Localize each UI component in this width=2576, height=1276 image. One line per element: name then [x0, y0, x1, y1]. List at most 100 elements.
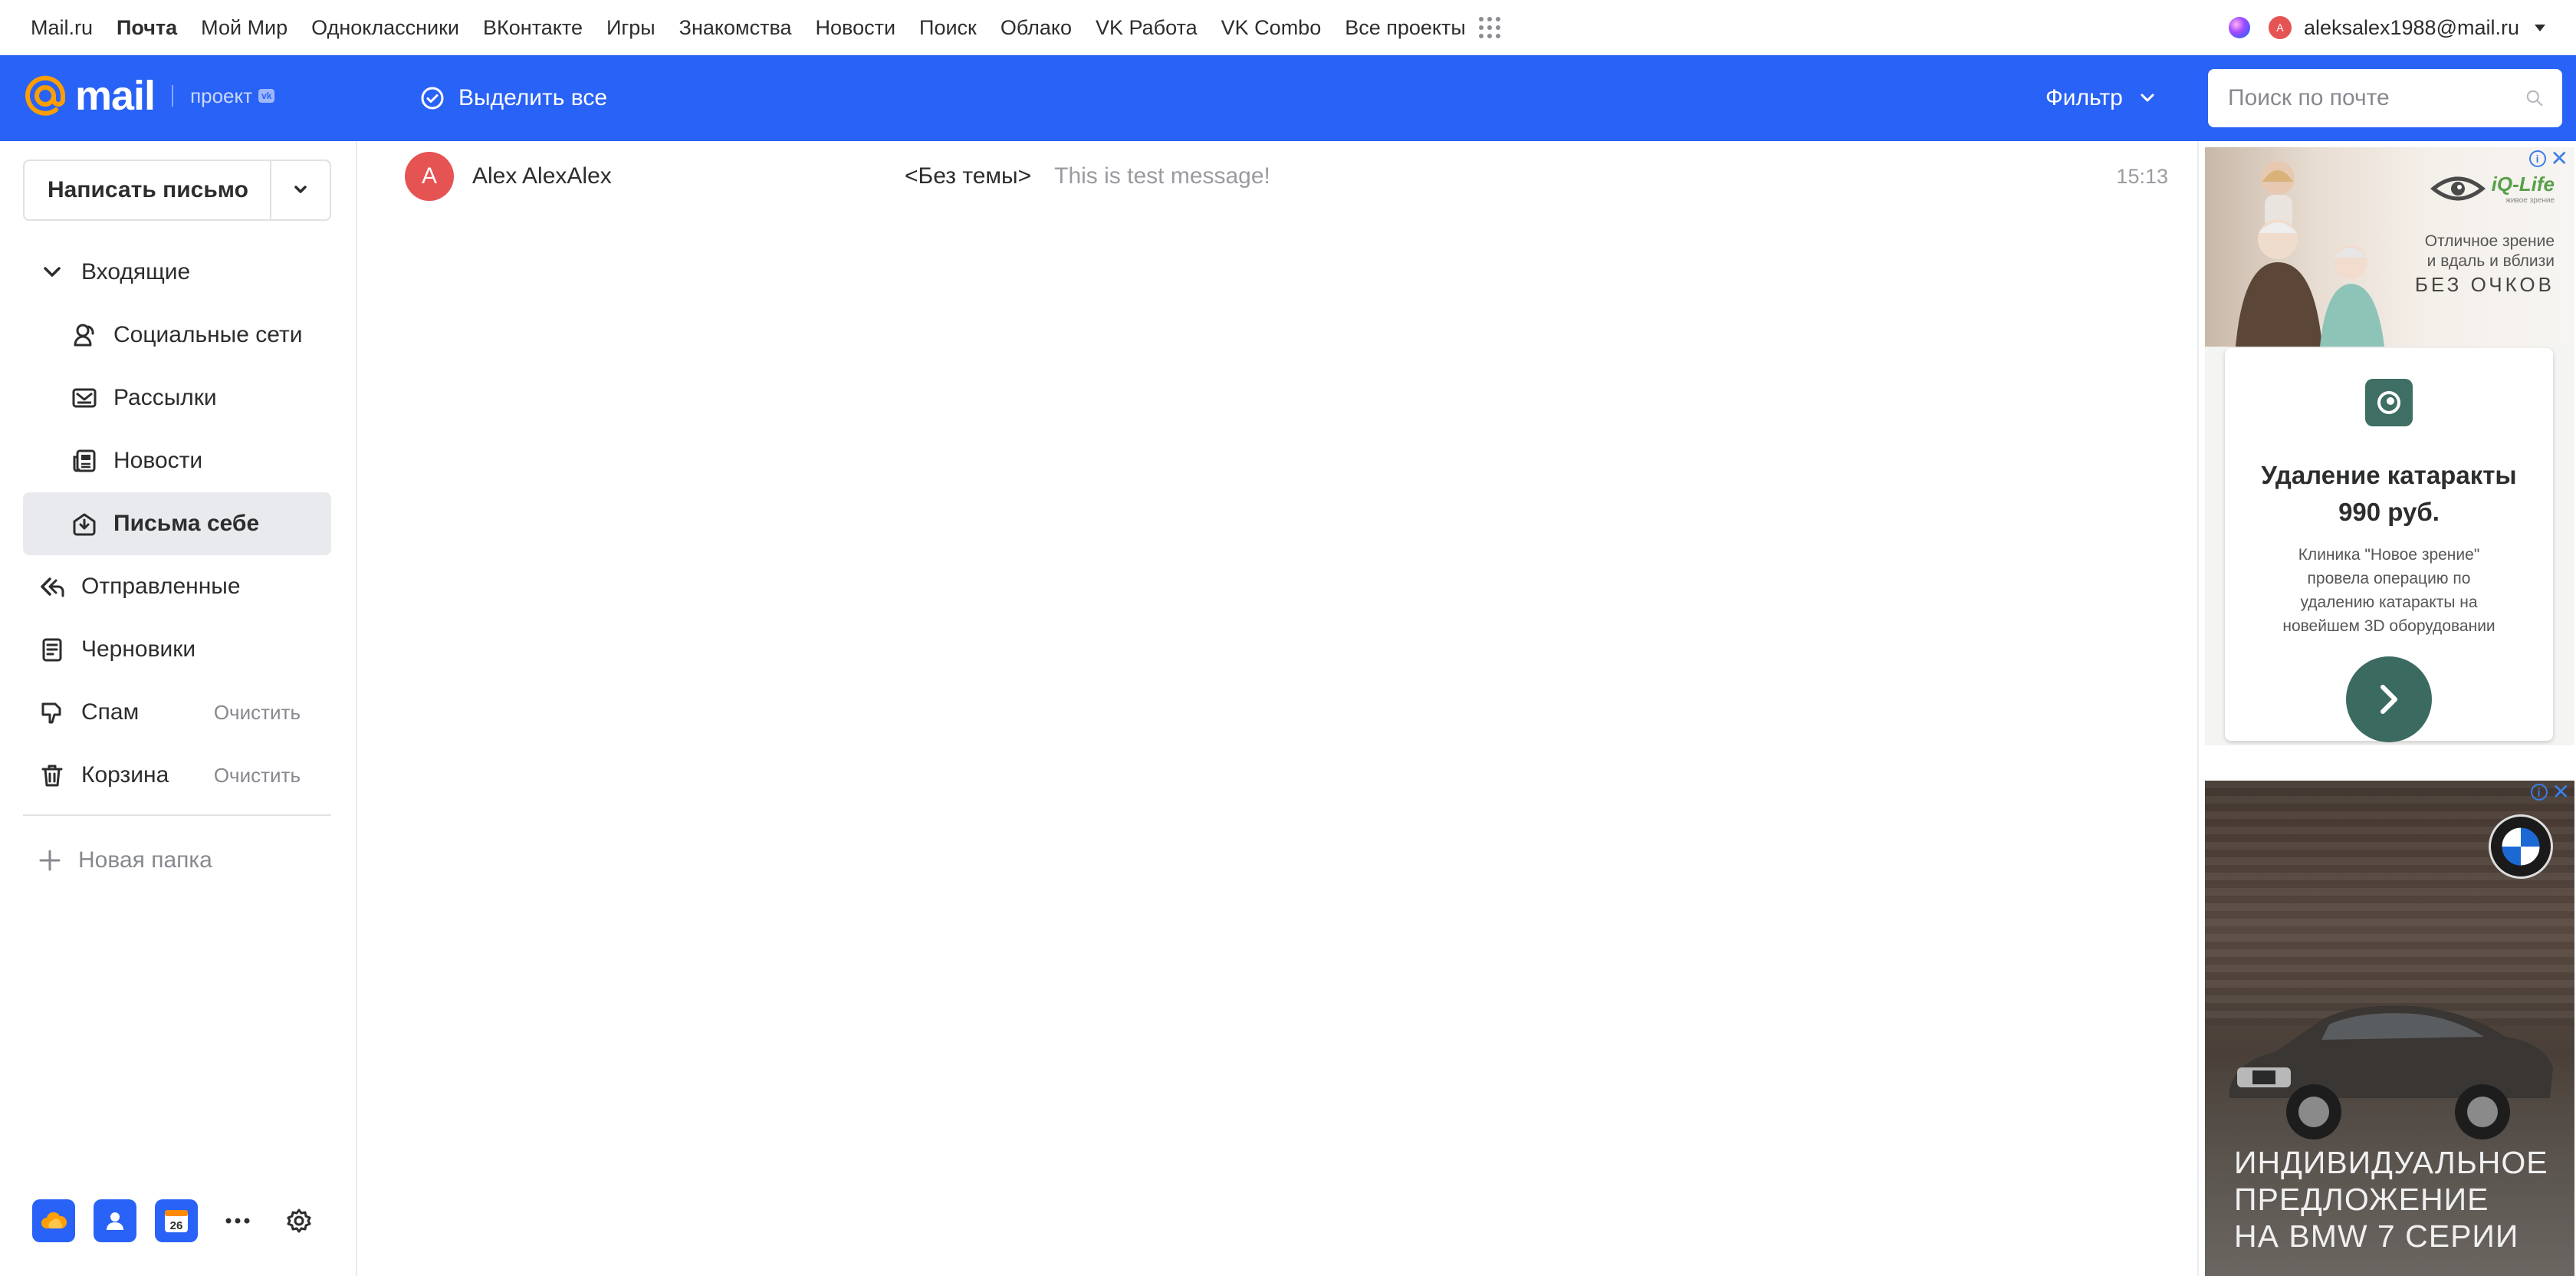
folder-label: Рассылки	[113, 385, 217, 410]
assistant-orb-icon[interactable]	[2228, 17, 2250, 38]
folder-newsletters[interactable]: Рассылки	[23, 367, 331, 429]
ad-tagline: Отличное зрение и вдаль и вблизи	[2424, 232, 2555, 270]
ad-brand-sub: живое зрение	[2505, 196, 2555, 205]
new-folder-label: Новая папка	[78, 847, 212, 873]
at-sign-icon	[25, 75, 66, 116]
select-all-button[interactable]: Выделить все	[420, 55, 607, 141]
plus-icon	[39, 850, 61, 871]
message-list: A Alex AlexAlex <Без темы> This is test …	[359, 141, 2196, 1276]
chevron-down-icon[interactable]	[38, 258, 66, 286]
filter-label: Фильтр	[2045, 85, 2123, 110]
ad-info-icon[interactable]: i	[2530, 784, 2548, 801]
folder-spam[interactable]: Спам Очистить	[23, 681, 331, 744]
sent-icon	[38, 573, 66, 600]
sender-avatar[interactable]: A	[405, 152, 454, 201]
message-snippet: This is test message!	[1054, 163, 1270, 189]
ad-close-icon[interactable]: ✕	[2551, 148, 2568, 169]
search-input[interactable]	[2226, 84, 2525, 112]
portal-link-vk-combo[interactable]: VK Combo	[1221, 16, 1322, 40]
bottom-toolbar: 26	[32, 1199, 320, 1242]
chevron-down-icon	[294, 186, 307, 193]
car-image	[2229, 1005, 2553, 1140]
folder-sent[interactable]: Отправленные	[23, 555, 331, 618]
logo-project: проект vk	[190, 84, 275, 108]
folder-to-self[interactable]: Письма себе	[23, 492, 331, 555]
clear-spam-button[interactable]: Очистить	[214, 701, 301, 725]
apps-grid-icon[interactable]	[1478, 17, 1500, 38]
gear-icon	[287, 1209, 311, 1233]
mail-logo[interactable]: mail проект vk	[23, 72, 275, 120]
more-dots-icon	[225, 1218, 250, 1224]
to-self-icon	[71, 510, 98, 538]
portal-link-vk[interactable]: ВКонтакте	[483, 16, 583, 40]
ad-bmw[interactable]: i ✕ ИНДИВИДУАЛЬНОЕ ПРЕДЛОЖЕНИЕ НА BMW 7	[2205, 781, 2574, 1276]
portal-link-mailru[interactable]: Mail.ru	[31, 16, 93, 40]
compose-button[interactable]: Написать письмо	[25, 161, 270, 219]
ad-info-close: i ✕	[2530, 781, 2570, 803]
portal-link-vk-work[interactable]: VK Работа	[1096, 16, 1198, 40]
chevron-down-icon	[2141, 94, 2154, 102]
contacts-app-button[interactable]	[94, 1199, 136, 1242]
folder-label: Отправленные	[81, 574, 241, 599]
ad-go-button[interactable]	[2346, 656, 2432, 742]
portal-link-search[interactable]: Поиск	[919, 16, 977, 40]
ad-headline-line-2: ПРЕДЛОЖЕНИЕ	[2234, 1182, 2489, 1217]
new-folder-button[interactable]: Новая папка	[38, 839, 212, 882]
cloud-app-button[interactable]	[32, 1199, 75, 1242]
folder-label: Входящие	[81, 259, 191, 284]
clinic-logo-icon	[2365, 379, 2413, 426]
calendar-icon: 26	[165, 1210, 188, 1232]
folder-news[interactable]: Новости	[23, 429, 331, 492]
portal-link-games[interactable]: Игры	[606, 16, 656, 40]
ad-brand-name: iQ-Life	[2491, 173, 2555, 196]
folder-inbox[interactable]: Входящие	[23, 241, 331, 304]
ad-info-icon[interactable]: i	[2528, 150, 2546, 167]
settings-button[interactable]	[278, 1199, 320, 1242]
folder-drafts[interactable]: Черновики	[23, 618, 331, 681]
folder-label: Новости	[113, 448, 203, 473]
folder-label: Спам	[81, 699, 140, 725]
folder-list: Входящие Социальные сети Рассылки Новост…	[23, 241, 331, 807]
portal-link-news[interactable]: Новости	[816, 16, 896, 40]
cloud-icon	[41, 1212, 67, 1228]
ad-column: i ✕ iQ-Life живое зрение Отличное зрение…	[2197, 141, 2576, 1276]
check-circle-icon	[421, 87, 444, 110]
portal-link-all-projects[interactable]: Все проекты	[1345, 16, 1466, 40]
folder-trash[interactable]: Корзина Очистить	[23, 744, 331, 807]
portal-link-dating[interactable]: Знакомства	[679, 16, 792, 40]
account-email: aleksalex1988@mail.ru	[2303, 15, 2519, 39]
clear-trash-button[interactable]: Очистить	[214, 764, 301, 788]
portal-link-mail[interactable]: Почта	[117, 16, 177, 40]
ad-tagline-2: БЕЗ ОЧКОВ	[2414, 273, 2555, 296]
trash-icon	[38, 761, 66, 789]
vk-badge-icon: vk	[258, 89, 275, 103]
drafts-icon	[38, 636, 66, 663]
folder-label: Корзина	[81, 762, 169, 788]
ad-iqlife[interactable]: i ✕ iQ-Life живое зрение Отличное зрение…	[2205, 147, 2574, 745]
portal-nav: Mail.ru Почта Мой Мир Одноклассники ВКон…	[31, 0, 1500, 55]
calendar-app-button[interactable]: 26	[155, 1199, 198, 1242]
ad-brand: iQ-Life живое зрение	[2430, 172, 2555, 206]
folder-social[interactable]: Социальные сети	[23, 304, 331, 367]
filter-button[interactable]: Фильтр	[2045, 55, 2155, 141]
message-row[interactable]: A Alex AlexAlex <Без темы> This is test …	[405, 152, 2168, 201]
search-box	[2208, 69, 2562, 127]
compose-group: Написать письмо	[23, 160, 331, 221]
bmw-logo-icon	[2489, 814, 2553, 879]
ad-close-icon[interactable]: ✕	[2552, 781, 2570, 803]
portal-link-ok[interactable]: Одноклассники	[311, 16, 459, 40]
ad-info-close: i ✕	[2528, 148, 2568, 169]
portal-link-cloud[interactable]: Облако	[1001, 16, 1072, 40]
compose-options-button[interactable]	[270, 161, 330, 219]
mail-header: mail проект vk Выделить все Фильтр	[0, 55, 2576, 141]
ad-card: Удаление катаракты 990 руб. Клиника "Нов…	[2225, 348, 2553, 742]
portal-link-myworld[interactable]: Мой Мир	[201, 16, 288, 40]
folder-label: Письма себе	[113, 511, 260, 536]
sidebar-divider	[23, 814, 331, 816]
message-time: 15:13	[2116, 164, 2168, 188]
search-icon[interactable]	[2525, 85, 2544, 111]
account-menu[interactable]: A aleksalex1988@mail.ru	[2268, 15, 2545, 40]
more-apps-button[interactable]	[216, 1199, 259, 1242]
newsletter-icon	[71, 384, 98, 412]
folder-label: Черновики	[81, 636, 196, 662]
